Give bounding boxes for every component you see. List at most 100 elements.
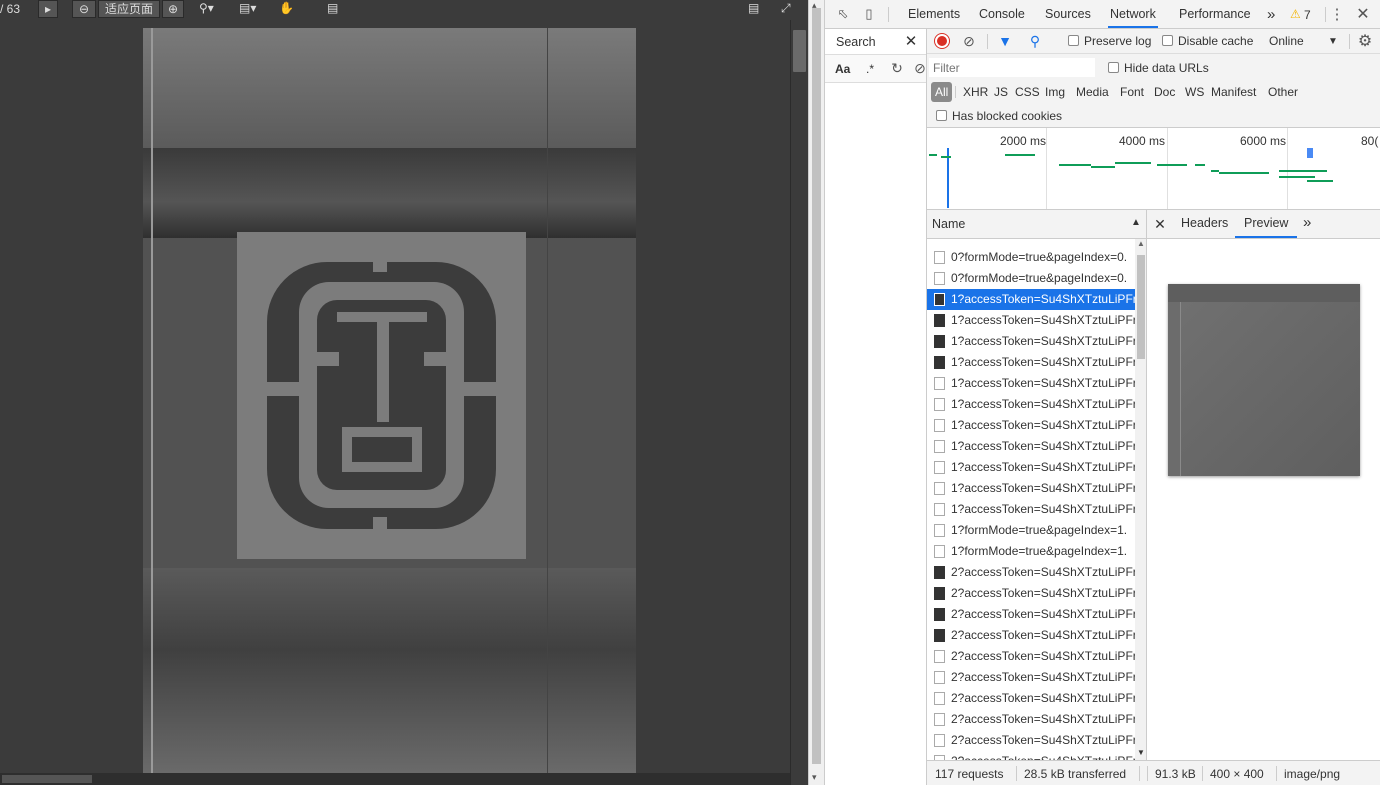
name-column-header[interactable]: Name	[932, 217, 965, 231]
filter-input[interactable]	[929, 58, 1095, 77]
request-row[interactable]: 2?accessToken=Su4ShXTztuLiPFr5	[927, 688, 1135, 709]
kebab-menu-icon[interactable]: ⋮	[1329, 6, 1345, 23]
request-row[interactable]: 2?accessToken=Su4ShXTztuLiPFr5	[927, 583, 1135, 604]
hide-data-urls-checkbox[interactable]	[1108, 62, 1119, 73]
inspect-element-icon[interactable]: ⬁	[835, 6, 851, 22]
request-name: 2?accessToken=Su4ShXTztuLiPFr5	[951, 628, 1135, 642]
request-row[interactable]: 2?accessToken=Su4ShXTztuLiPFr5	[927, 730, 1135, 751]
request-row[interactable]: 1?formMode=true&pageIndex=1.	[927, 541, 1135, 562]
page-layout-icon[interactable]: ▤	[748, 0, 766, 18]
request-name: 1?accessToken=Su4ShXTztuLiPFr5	[951, 418, 1135, 432]
zoom-in-button[interactable]: ⊕	[162, 0, 184, 18]
tab-network[interactable]: Network	[1108, 0, 1158, 28]
request-row[interactable]: 1?accessToken=Su4ShXTztuLiPFr5	[927, 499, 1135, 520]
fullscreen-icon[interactable]: ⤢	[781, 0, 801, 18]
request-row[interactable]: 1?accessToken=Su4ShXTztuLiPFr5	[927, 373, 1135, 394]
request-row[interactable]: 1?accessToken=Su4ShXTztuLiPFr5	[927, 436, 1135, 457]
image-file-icon	[934, 314, 945, 328]
gear-icon[interactable]: ⚙	[1356, 32, 1374, 50]
viewer-vertical-scrollbar[interactable]	[790, 20, 808, 785]
type-filter-xhr[interactable]: XHR	[959, 82, 992, 102]
regex-toggle[interactable]: .*	[866, 62, 874, 76]
type-filter-all[interactable]: All	[931, 82, 953, 102]
warning-count[interactable]: 7	[1304, 8, 1311, 22]
request-row[interactable]: 2?accessToken=Su4ShXTztuLiPFr5	[927, 646, 1135, 667]
type-filter-css[interactable]: CSS	[1011, 82, 1044, 102]
type-filter-other[interactable]: Other	[1264, 82, 1302, 102]
device-toolbar-icon[interactable]: ▯	[861, 6, 877, 22]
tab-sources[interactable]: Sources	[1043, 0, 1093, 28]
request-row[interactable]: 1?accessToken=Su4ShXTztuLiPFr5	[927, 289, 1135, 310]
resource-size: 91.3 kB	[1155, 767, 1196, 781]
devtools-panel: ⬁ ▯ Elements Console Sources Network Per…	[824, 0, 1380, 785]
type-filter-media[interactable]: Media	[1072, 82, 1113, 102]
clear-search-icon[interactable]: ⊘	[913, 60, 927, 76]
request-row[interactable]: 1?accessToken=Su4ShXTztuLiPFr5	[927, 394, 1135, 415]
match-case-toggle[interactable]: Aa	[835, 62, 850, 76]
request-row[interactable]: 1?accessToken=Su4ShXTztuLiPFr5	[927, 415, 1135, 436]
request-name: 1?accessToken=Su4ShXTztuLiPFr5	[951, 439, 1135, 453]
request-row[interactable]: 1?accessToken=Su4ShXTztuLiPFr5	[927, 352, 1135, 373]
request-row[interactable]: 1?formMode=true&pageIndex=1.	[927, 520, 1135, 541]
tab-elements[interactable]: Elements	[906, 0, 962, 28]
type-filter-img[interactable]: Img	[1041, 82, 1069, 102]
timeline-label-2000: 2000 ms	[1000, 134, 1047, 148]
more-detail-tabs-button[interactable]: »	[1303, 214, 1311, 231]
throttling-select[interactable]: Online	[1269, 34, 1304, 48]
tab-preview[interactable]: Preview	[1235, 210, 1298, 238]
request-row[interactable]: 1?accessToken=Su4ShXTztuLiPFr5	[927, 457, 1135, 478]
close-detail-icon[interactable]: ✕	[1153, 216, 1167, 232]
type-filter-manifest[interactable]: Manifest	[1207, 82, 1260, 102]
close-devtools-icon[interactable]: ✕	[1355, 6, 1371, 23]
disable-cache-checkbox[interactable]	[1162, 35, 1173, 46]
tab-headers[interactable]: Headers	[1181, 210, 1228, 238]
hand-tool-icon[interactable]: ✋	[279, 0, 299, 18]
request-row[interactable]: 2?accessToken=Su4ShXTztuLiPFr5	[927, 625, 1135, 646]
throttling-chevron-icon[interactable]: ▼	[1327, 34, 1339, 48]
request-row[interactable]: 1?accessToken=Su4ShXTztuLiPFr5	[927, 310, 1135, 331]
zoom-tool-icon[interactable]: ⚲▾	[199, 0, 225, 18]
tab-performance[interactable]: Performance	[1177, 0, 1253, 28]
viewer-horizontal-scrollbar[interactable]	[0, 773, 790, 785]
request-row[interactable]: 2?accessToken=Su4ShXTztuLiPFr5	[927, 667, 1135, 688]
type-filter-js[interactable]: JS	[990, 82, 1012, 102]
record-button[interactable]	[935, 34, 949, 48]
request-row[interactable]: 2?accessToken=Su4ShXTztuLiPFr5	[927, 562, 1135, 583]
refresh-search-icon[interactable]: ↻	[889, 60, 905, 76]
search-icon[interactable]: ⚲	[1027, 33, 1043, 49]
request-row[interactable]: 2?accessToken=Su4ShXTztuLiPFr5	[927, 751, 1135, 760]
zoom-out-button[interactable]: ⊖	[72, 0, 96, 18]
more-tabs-button[interactable]: »	[1265, 0, 1277, 28]
request-row[interactable]: 1?accessToken=Su4ShXTztuLiPFr5	[927, 331, 1135, 352]
type-filter-ws[interactable]: WS	[1181, 82, 1208, 102]
filter-icon[interactable]: ▼	[997, 33, 1013, 49]
window-scrollbar[interactable]: ▴ ▾	[808, 0, 824, 785]
preserve-log-checkbox[interactable]	[1068, 35, 1079, 46]
comment-icon[interactable]: ▤	[327, 0, 347, 18]
request-name: 2?accessToken=Su4ShXTztuLiPFr5	[951, 607, 1135, 621]
transferred-size: 28.5 kB transferred	[1024, 767, 1127, 781]
type-filter-font[interactable]: Font	[1116, 82, 1148, 102]
request-row[interactable]: 0?formMode=true&pageIndex=0.	[927, 247, 1135, 268]
select-tool-icon[interactable]: ▤▾	[239, 0, 267, 18]
sort-ascending-icon[interactable]: ▲	[1131, 217, 1141, 228]
clear-log-icon[interactable]: ⊘	[961, 33, 977, 49]
request-name: 1?formMode=true&pageIndex=1.	[951, 544, 1128, 558]
blocked-cookies-checkbox[interactable]	[936, 110, 947, 121]
image-file-icon	[934, 566, 945, 580]
request-list-scrollbar[interactable]: ▲ ▼	[1135, 239, 1146, 760]
request-row[interactable]: 2?accessToken=Su4ShXTztuLiPFr5	[927, 709, 1135, 730]
zoom-mode-select[interactable]: 适应页面	[98, 0, 160, 18]
network-timeline-overview[interactable]: 2000 ms 4000 ms 6000 ms 80(	[927, 128, 1380, 210]
next-page-button[interactable]: ▸	[38, 0, 58, 18]
warning-icon[interactable]: ⚠	[1290, 7, 1301, 21]
request-row[interactable]: 1?accessToken=Su4ShXTztuLiPFr5	[927, 478, 1135, 499]
close-search-icon[interactable]: ✕	[903, 33, 919, 50]
tab-console[interactable]: Console	[977, 0, 1027, 28]
search-header: Search ✕	[825, 29, 926, 55]
request-row[interactable]: 0?formMode=true&pageIndex=0.	[927, 268, 1135, 289]
request-name: 2?accessToken=Su4ShXTztuLiPFr5	[951, 649, 1135, 663]
request-name: 0?formMode=true&pageIndex=0.	[951, 250, 1128, 264]
type-filter-doc[interactable]: Doc	[1150, 82, 1179, 102]
request-row[interactable]: 2?accessToken=Su4ShXTztuLiPFr5	[927, 604, 1135, 625]
